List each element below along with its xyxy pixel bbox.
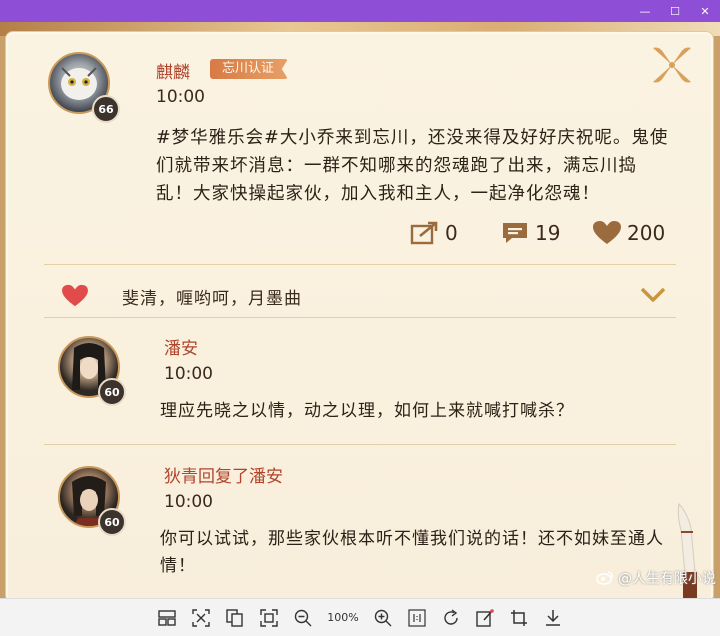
crop-select-button[interactable] (186, 603, 216, 633)
edit-button[interactable] (470, 603, 500, 633)
download-icon (546, 609, 560, 626)
zoom-level[interactable]: 100% (322, 603, 364, 633)
copy-icon (226, 608, 243, 627)
zoom-out-button[interactable] (288, 603, 318, 633)
comment-body: 你可以试试，那些家伙根本听不懂我们说的话！还不如妹至通人情！ (160, 529, 664, 576)
grid-icon (158, 609, 176, 626)
window-titlebar: — ☐ ✕ (0, 0, 720, 22)
share-action[interactable]: 0 (410, 220, 458, 246)
comment-author[interactable]: 潘安 (164, 334, 198, 359)
liked-heart-icon (62, 284, 88, 307)
comment-icon (503, 223, 527, 243)
post-time: 10:00 (156, 87, 205, 107)
fit-icon (260, 608, 278, 627)
share-count: 0 (445, 221, 458, 245)
actual-size-icon (408, 608, 426, 627)
rotate-icon (444, 608, 458, 625)
rotate-button[interactable] (436, 603, 466, 633)
crop-icon (511, 609, 527, 626)
viewer-toolbar: 100% (0, 598, 720, 636)
author-name[interactable]: 麒麟 (156, 58, 190, 83)
close-button[interactable]: ✕ (690, 0, 720, 22)
edit-icon (476, 608, 494, 627)
post-card: 66 麒麟 忘川认证 10:00 #梦华雅乐会#大小乔来到忘川，还没来得及好好庆… (5, 31, 714, 598)
zoom-in-icon (374, 609, 392, 626)
comment-time: 10:00 (164, 364, 213, 384)
actual-size-button[interactable] (402, 603, 432, 633)
post-body: #梦华雅乐会#大小乔来到忘川，还没来得及好好庆祝呢。鬼使们就带来坏消息：一群不知… (156, 128, 669, 204)
comment-count: 19 (535, 221, 561, 245)
chevron-down-icon[interactable] (640, 286, 666, 304)
corner-ornament-icon (653, 47, 691, 83)
crop-button[interactable] (504, 603, 534, 633)
thumbnails-button[interactable] (152, 603, 182, 633)
verified-badge: 忘川认证 (210, 59, 289, 79)
comment-author[interactable]: 狄青回复了潘安 (164, 462, 283, 487)
divider (44, 317, 676, 318)
watermark: @人生有限小说 (596, 568, 716, 588)
scan-icon (192, 608, 210, 627)
like-action[interactable]: 200 (592, 220, 665, 246)
zoom-out-icon (294, 609, 312, 626)
maximize-button[interactable]: ☐ (660, 0, 690, 22)
comment-time: 10:00 (164, 492, 213, 512)
commenter-level-badge: 60 (98, 378, 126, 406)
fit-screen-button[interactable] (254, 603, 284, 633)
watermark-text: @人生有限小说 (618, 571, 716, 587)
weibo-logo-icon (596, 571, 613, 585)
share-icon (410, 221, 438, 245)
like-count: 200 (627, 221, 666, 245)
minimize-button[interactable]: — (630, 0, 660, 22)
zoom-in-button[interactable] (368, 603, 398, 633)
liked-by-list: 斐清，喱哟呵，月墨曲 (122, 289, 302, 309)
divider (44, 444, 676, 445)
commenter-level-badge: 60 (98, 508, 126, 536)
download-button[interactable] (538, 603, 568, 633)
comment-body: 理应先晓之以情，动之以理，如何上来就喊打喊杀？ (160, 401, 574, 421)
comment-action[interactable]: 19 (500, 220, 560, 246)
author-level-badge: 66 (92, 95, 120, 123)
copy-button[interactable] (220, 603, 250, 633)
divider (44, 264, 676, 265)
image-canvas: 66 麒麟 忘川认证 10:00 #梦华雅乐会#大小乔来到忘川，还没来得及好好庆… (0, 22, 720, 598)
heart-icon (593, 221, 621, 244)
